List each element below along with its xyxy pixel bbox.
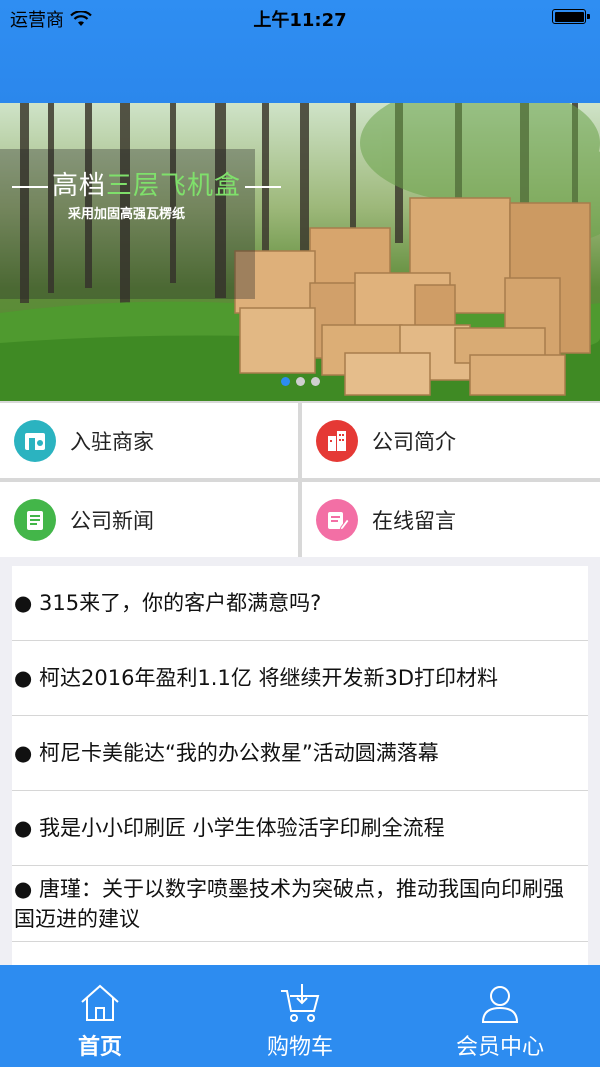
banner-carousel[interactable]: 高档三层飞机盒 采用加固高强瓦楞纸 <box>0 103 600 401</box>
menu-item-label: 在线留言 <box>372 508 456 533</box>
menu-item-online-message[interactable]: 在线留言 <box>302 482 600 557</box>
user-icon <box>481 986 519 1023</box>
status-bar: 运营商 上午11:27 <box>0 0 600 34</box>
tab-member-center[interactable]: 会员中心 <box>400 965 600 1067</box>
news-title: ● 柯尼卡美能达“我的办公救星”活动圆满落幕 <box>14 741 439 765</box>
news-item[interactable]: ● 柯达2016年盈利1.1亿 将继续开发新3D打印材料 <box>12 641 588 716</box>
menu-grid: 入驻商家 公司简介 公司新闻 在线留言 <box>0 401 600 557</box>
banner-title: 高档三层飞机盒 <box>8 165 285 202</box>
carousel-dot[interactable] <box>295 377 305 386</box>
tab-label: 购物车 <box>266 1035 333 1060</box>
news-icon <box>14 498 56 541</box>
battery-icon <box>552 9 590 24</box>
news-title: ● 唐瑾：关于以数字喷墨技术为突破点，推动我国向印刷强国迈进的建议 <box>14 876 564 931</box>
building-icon <box>316 419 358 462</box>
news-item[interactable]: ● 柯尼卡美能达“我的办公救星”活动圆满落幕 <box>12 716 588 791</box>
message-edit-icon <box>316 498 358 541</box>
menu-item-label: 入驻商家 <box>70 429 154 454</box>
carousel-dot[interactable] <box>280 377 290 386</box>
tab-label: 首页 <box>77 1035 122 1060</box>
tab-label: 会员中心 <box>455 1035 544 1060</box>
carousel-dot[interactable] <box>310 377 320 386</box>
store-icon <box>14 419 56 462</box>
news-item[interactable]: ● 唐瑾：关于以数字喷墨技术为突破点，推动我国向印刷强国迈进的建议 <box>12 866 588 942</box>
banner-subtitle: 采用加固高强瓦楞纸 <box>68 207 186 222</box>
news-item[interactable]: ● 315来了，你的客户都满意吗? <box>12 566 588 641</box>
tab-bar: 首页 购物车 会员中心 <box>0 965 600 1067</box>
tab-home[interactable]: 首页 <box>0 965 200 1067</box>
news-title: ● 315来了，你的客户都满意吗? <box>14 591 322 615</box>
menu-item-company-profile[interactable]: 公司简介 <box>302 403 600 478</box>
news-list: ● 315来了，你的客户都满意吗? ● 柯达2016年盈利1.1亿 将继续开发新… <box>12 566 588 966</box>
news-title: ● 我是小小印刷匠 小学生体验活字印刷全流程 <box>14 816 445 840</box>
cart-icon <box>281 984 320 1022</box>
news-item[interactable]: ● 我是小小印刷匠 小学生体验活字印刷全流程 <box>12 791 588 866</box>
news-title: ● 柯达2016年盈利1.1亿 将继续开发新3D打印材料 <box>14 666 499 690</box>
menu-item-label: 公司新闻 <box>70 508 154 533</box>
menu-item-label: 公司简介 <box>372 429 456 454</box>
app-header: 运营商 上午11:27 <box>0 0 600 103</box>
tab-cart[interactable]: 购物车 <box>200 965 400 1067</box>
menu-item-merchants[interactable]: 入驻商家 <box>0 403 298 478</box>
clock: 上午11:27 <box>253 10 347 31</box>
home-icon <box>81 984 119 1021</box>
menu-item-company-news[interactable]: 公司新闻 <box>0 482 298 557</box>
carousel-indicator <box>0 377 600 386</box>
